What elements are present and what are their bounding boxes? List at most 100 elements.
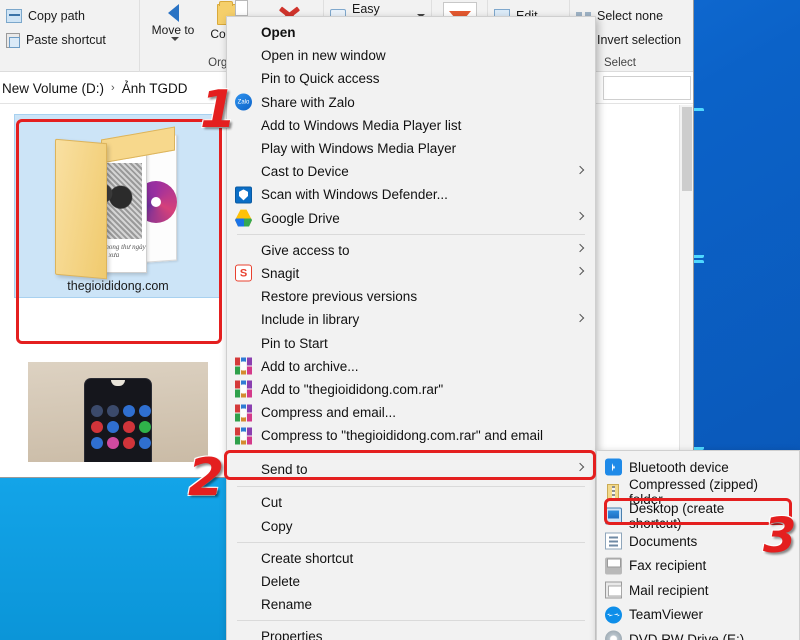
desktop: Copy path Paste shortcut Move to Copy Ea…	[0, 0, 800, 640]
menu-item-open-in-new-window[interactable]: Open in new window	[227, 44, 595, 67]
file-tile-label: thegioididong.com	[67, 279, 169, 293]
menu-item-send-to[interactable]: Send to	[227, 456, 595, 482]
menu-item-label: Give access to	[261, 242, 350, 258]
breadcrumb-item-folder[interactable]: Ảnh TGDD	[122, 81, 188, 96]
menu-item-label: Send to	[261, 461, 308, 477]
menu-item-label: Create shortcut	[261, 550, 354, 566]
winrar-icon	[235, 357, 252, 375]
submenu-item-fax-recipient[interactable]: Fax recipient	[597, 553, 799, 578]
phone-notch	[111, 380, 125, 386]
menu-item-add-to-wmp-list[interactable]: Add to Windows Media Player list	[227, 114, 595, 137]
zip-folder-icon	[607, 483, 619, 500]
submenu-item-label: DVD RW Drive (E:)	[629, 631, 745, 640]
menu-item-snagit[interactable]: Snagit	[227, 262, 595, 285]
menu-item-label: Scan with Windows Defender...	[261, 187, 448, 203]
search-input[interactable]	[603, 76, 691, 100]
mail-icon	[605, 581, 622, 599]
menu-item-include-in-library[interactable]: Include in library	[227, 308, 595, 331]
paste-shortcut-label: Paste shortcut	[26, 33, 106, 47]
submenu-item-label: Bluetooth device	[629, 459, 729, 475]
chevron-right-icon	[575, 313, 585, 323]
menu-item-label: Open	[261, 25, 296, 41]
menu-item-play-with-wmp[interactable]: Play with Windows Media Player	[227, 137, 595, 160]
submenu-item-mail-recipient[interactable]: Mail recipient	[597, 578, 799, 603]
scrollbar-thumb[interactable]	[682, 107, 692, 191]
menu-item-pin-to-start[interactable]: Pin to Start	[227, 331, 595, 354]
teamviewer-icon	[605, 606, 622, 624]
menu-item-label: Open in new window	[261, 48, 386, 64]
desktop-icon	[605, 507, 622, 525]
submenu-item-bluetooth-device[interactable]: Bluetooth device	[597, 455, 799, 480]
menu-item-label: Restore previous versions	[261, 289, 418, 305]
folder-thumbnail: KIỆT TÁC những phong thư ngày xưa	[43, 126, 193, 280]
menu-item-cut[interactable]: Cut	[227, 491, 595, 514]
menu-item-label: Rename	[261, 597, 313, 613]
submenu-item-label: TeamViewer	[629, 607, 704, 623]
submenu-item-desktop-create-shortcut[interactable]: Desktop (create shortcut)	[597, 501, 799, 532]
submenu-item-label: Fax recipient	[629, 558, 707, 574]
menu-item-add-to-archive[interactable]: Add to archive...	[227, 355, 595, 378]
menu-separator	[237, 541, 585, 543]
chevron-right-icon	[575, 267, 585, 276]
menu-separator	[237, 451, 585, 453]
menu-item-label: Compress to "thegioididong.com.rar" and …	[261, 428, 543, 444]
submenu-item-dvd-rw-drive[interactable]: DVD RW Drive (E:)	[597, 627, 799, 640]
google-drive-icon	[235, 209, 252, 227]
breadcrumb[interactable]: New Volume (D:) › Ảnh TGDD	[0, 76, 187, 100]
menu-item-share-with-zalo[interactable]: Share with Zalo	[227, 91, 595, 114]
menu-item-label: Cast to Device	[261, 164, 349, 180]
menu-item-open[interactable]: Open	[227, 21, 595, 44]
menu-item-label: Add to Windows Media Player list	[261, 117, 462, 133]
vertical-scrollbar[interactable]	[679, 105, 693, 478]
menu-item-label: Compress and email...	[261, 405, 397, 421]
breadcrumb-item-drive[interactable]: New Volume (D:)	[2, 81, 104, 96]
menu-item-create-shortcut[interactable]: Create shortcut	[227, 547, 595, 570]
menu-item-properties[interactable]: Properties	[227, 625, 595, 640]
menu-item-google-drive[interactable]: Google Drive	[227, 207, 595, 230]
menu-item-pin-to-quick-access[interactable]: Pin to Quick access	[227, 67, 595, 90]
file-tile-folder[interactable]: KIỆT TÁC những phong thư ngày xưa thegio…	[14, 114, 222, 298]
fax-icon	[605, 557, 622, 575]
menu-item-restore-previous-versions[interactable]: Restore previous versions	[227, 285, 595, 308]
menu-item-label: Add to "thegioididong.com.rar"	[261, 381, 444, 397]
arrow-left-icon	[167, 4, 179, 22]
move-to-button[interactable]: Move to	[146, 2, 200, 45]
menu-item-cast-to-device[interactable]: Cast to Device	[227, 160, 595, 183]
menu-item-give-access-to[interactable]: Give access to	[227, 239, 595, 262]
menu-item-compress-to-rar-and-email[interactable]: Compress to "thegioididong.com.rar" and …	[227, 424, 595, 447]
submenu-item-label: Desktop (create shortcut)	[629, 501, 725, 532]
menu-item-label: Cut	[261, 495, 283, 511]
menu-item-add-to-rar[interactable]: Add to "thegioididong.com.rar"	[227, 378, 595, 401]
menu-item-delete[interactable]: Delete	[227, 570, 595, 593]
invert-selection-label: Invert selection	[597, 33, 682, 47]
page-icon	[235, 0, 248, 16]
winrar-icon	[235, 380, 252, 398]
paste-shortcut-button[interactable]: Paste shortcut	[0, 28, 139, 52]
menu-item-label: Google Drive	[261, 210, 340, 226]
menu-item-rename[interactable]: Rename	[227, 593, 595, 616]
menu-item-label: Add to archive...	[261, 358, 359, 374]
menu-item-label: Snagit	[261, 265, 300, 281]
menu-item-label: Properties	[261, 629, 323, 640]
copy-path-button[interactable]: Copy path	[0, 4, 139, 28]
chevron-right-icon	[575, 244, 585, 253]
submenu-item-teamviewer[interactable]: TeamViewer	[597, 603, 799, 628]
breadcrumb-separator-icon: ›	[111, 82, 115, 94]
menu-separator	[237, 486, 585, 488]
menu-item-label: Copy	[261, 518, 293, 534]
menu-separator	[237, 620, 585, 622]
submenu-item-compressed-folder[interactable]: Compressed (zipped) folder	[597, 477, 799, 507]
chevron-right-icon	[575, 211, 585, 221]
submenu-item-documents[interactable]: Documents	[597, 529, 799, 554]
ribbon-group-clipboard: Copy path Paste shortcut	[0, 0, 140, 72]
menu-item-compress-and-email[interactable]: Compress and email...	[227, 401, 595, 424]
zalo-icon	[235, 93, 252, 111]
defender-icon	[235, 186, 252, 204]
file-tile-image[interactable]	[14, 354, 222, 466]
menu-separator	[237, 233, 585, 235]
chevron-down-icon	[170, 37, 179, 41]
menu-item-scan-with-defender[interactable]: Scan with Windows Defender...	[227, 183, 595, 206]
move-to-label: Move to	[151, 23, 195, 37]
chevron-right-icon	[575, 463, 585, 472]
menu-item-copy[interactable]: Copy	[227, 515, 595, 538]
